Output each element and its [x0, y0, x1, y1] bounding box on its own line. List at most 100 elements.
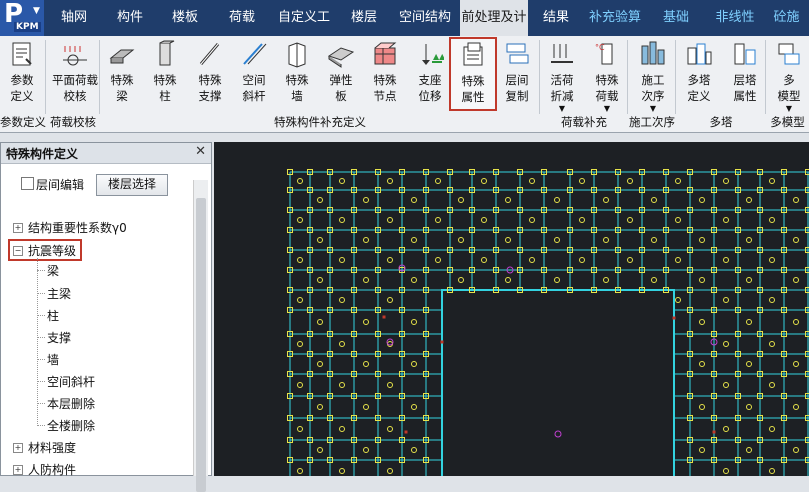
tree-item[interactable]: 主梁 [47, 285, 71, 302]
ribbon-button-8[interactable]: 特殊 节点 [363, 38, 407, 108]
tree-item[interactable]: 全楼删除 [47, 417, 95, 434]
menu-item-1[interactable]: 构件 [104, 0, 156, 36]
ribbon-group-separator [45, 40, 46, 114]
ribbon-button-7[interactable]: 弹性 板 [319, 38, 363, 108]
tree-item[interactable]: 材料强度 [28, 439, 76, 456]
dropdown-arrow-icon[interactable]: ▼ [584, 104, 630, 113]
slab-marker [364, 278, 369, 283]
ribbon-button-2[interactable]: 特殊 梁 [101, 38, 143, 108]
tree-item[interactable]: 墙 [47, 351, 59, 368]
close-icon[interactable]: ✕ [195, 144, 206, 159]
tree-item[interactable]: 人防构件 [28, 461, 76, 478]
cad-canvas[interactable] [214, 142, 809, 476]
tree-connector [37, 425, 45, 426]
slab-marker [298, 342, 303, 347]
dropdown-arrow-icon[interactable]: ▼ [540, 104, 584, 113]
slab-marker [794, 320, 799, 325]
slab-marker [652, 198, 657, 203]
menu-item-2[interactable]: 楼板 [156, 0, 214, 36]
ribbon-button-13[interactable]: °C特殊 荷载▼ [584, 38, 630, 108]
ribbon-button-label: 特殊 支撑 [187, 72, 233, 104]
ribbon-button-11[interactable]: 层间 复制 [494, 38, 540, 108]
ribbon-button-label: 层塔 属性 [722, 72, 768, 104]
menu-item-6[interactable]: 空间结构 [390, 0, 460, 36]
tree-connector [37, 381, 45, 382]
ribbon-button-5[interactable]: 空间 斜杆 [233, 38, 275, 108]
slab-marker [506, 238, 511, 243]
slab-marker [340, 342, 345, 347]
menu-item-10[interactable]: 基础 [646, 0, 706, 36]
dropdown-arrow-icon[interactable]: ▼ [33, 6, 40, 16]
slab-marker [700, 278, 705, 283]
menu-item-3[interactable]: 荷载 [214, 0, 270, 36]
slab-marker [676, 258, 681, 263]
slab-marker [770, 427, 775, 432]
slab-marker [412, 278, 417, 283]
ribbon-button-label: 多塔 定义 [676, 72, 722, 104]
svg-text:▲▲: ▲▲ [433, 52, 444, 61]
special-property-icon [459, 41, 487, 69]
ribbon-button-4[interactable]: 特殊 支撑 [187, 38, 233, 108]
expand-icon[interactable]: + [13, 465, 23, 475]
dropdown-arrow-icon[interactable]: ▼ [630, 104, 676, 113]
floor-select-button[interactable]: 楼层选择 [96, 174, 168, 196]
slab-marker [724, 179, 729, 184]
slab-marker [747, 362, 752, 367]
ribbon-group-label: 多模型 [766, 114, 809, 130]
tree-item[interactable]: 本层删除 [47, 395, 95, 412]
ribbon-group-separator [539, 40, 540, 114]
slab-marker [770, 298, 775, 303]
app-logo[interactable]: P KPM ▼ [0, 0, 44, 36]
slab-marker [506, 198, 511, 203]
ribbon-button-0[interactable]: 参数 定义 [0, 38, 44, 108]
menu-item-4[interactable]: 自定义工 [270, 0, 338, 36]
menu-item-12[interactable]: 砼施 [764, 0, 809, 36]
slab-marker [340, 383, 345, 388]
slab-marker [628, 218, 633, 223]
structural-plan-drawing[interactable] [214, 142, 809, 476]
slab-marker [412, 448, 417, 453]
slab-marker [364, 238, 369, 243]
slab-marker [364, 362, 369, 367]
ribbon-button-17[interactable]: 多 模型▼ [768, 38, 809, 108]
tree-item[interactable]: 梁 [47, 262, 59, 279]
slab-marker [770, 258, 775, 263]
ribbon-button-1[interactable]: 平面荷载 校核 [46, 38, 104, 108]
slab-marker [555, 238, 560, 243]
ribbon-button-14[interactable]: 施工 次序▼ [630, 38, 676, 108]
ribbon-button-3[interactable]: 特殊 柱 [143, 38, 187, 108]
slab-marker [700, 198, 705, 203]
svg-text:°C: °C [595, 43, 605, 52]
ribbon-button-label: 特殊 墙 [275, 72, 319, 104]
ribbon-button-10[interactable]: 特殊 属性 [450, 38, 496, 110]
ribbon-button-15[interactable]: 多塔 定义 [676, 38, 722, 108]
menu-item-0[interactable]: 轴网 [44, 0, 104, 36]
tree-item[interactable]: 结构重要性系数γ0 [28, 219, 127, 236]
dropdown-arrow-icon[interactable]: ▼ [768, 104, 809, 113]
slab-marker [724, 427, 729, 432]
scrollbar-thumb[interactable] [196, 198, 206, 492]
ribbon-button-9[interactable]: ▲▲支座 位移 [407, 38, 453, 108]
document-parameters-icon [8, 40, 36, 68]
layer-edit-checkbox[interactable] [21, 177, 34, 190]
ribbon-button-12[interactable]: 活荷 折减▼ [540, 38, 584, 108]
ribbon-group-label: 荷载补充 [540, 114, 628, 130]
tree-item[interactable]: 柱 [47, 307, 59, 324]
ribbon: 参数 定义平面荷载 校核特殊 梁特殊 柱特殊 支撑空间 斜杆特殊 墙弹性 板特殊… [0, 36, 809, 133]
slab-marker [747, 405, 752, 410]
slab-marker [298, 298, 303, 303]
layer-tower-property-icon [731, 40, 759, 68]
expand-icon[interactable]: + [13, 223, 23, 233]
menu-item-8[interactable]: 结果 [528, 0, 584, 36]
tree-item[interactable]: 支撑 [47, 329, 71, 346]
ribbon-button-label: 多 模型 [768, 72, 809, 104]
panel-scrollbar[interactable] [193, 180, 208, 476]
menu-item-7[interactable]: 前处理及计 [460, 0, 528, 36]
ribbon-button-16[interactable]: 层塔 属性 [722, 38, 768, 108]
menu-item-9[interactable]: 补充验算 [584, 0, 646, 36]
expand-icon[interactable]: + [13, 443, 23, 453]
menu-item-11[interactable]: 非线性 [706, 0, 764, 36]
menu-item-5[interactable]: 楼层 [338, 0, 390, 36]
ribbon-button-6[interactable]: 特殊 墙 [275, 38, 319, 108]
tree-item[interactable]: 空间斜杆 [47, 373, 95, 390]
